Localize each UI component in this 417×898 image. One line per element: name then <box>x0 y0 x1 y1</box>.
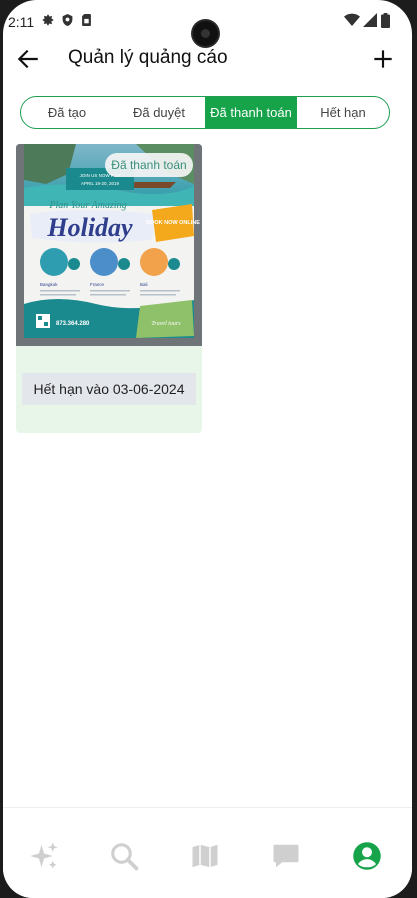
tab-approved[interactable]: Đã duyệt <box>113 97 205 128</box>
map-icon[interactable] <box>190 841 220 871</box>
ad-card[interactable]: JOIN US NOW FOR APRIL 19-20, 2019 Plan Y… <box>16 144 202 433</box>
signal-icon <box>363 13 377 27</box>
ad-expiry-text: Hết hạn vào 03-06-2024 <box>22 373 196 405</box>
tab-created[interactable]: Đã tạo <box>21 97 113 128</box>
tab-paid[interactable]: Đã thanh toán <box>205 97 297 128</box>
poster-date: APRIL 19-20, 2019 <box>81 181 120 186</box>
page-title: Quản lý quảng cáo <box>68 47 228 68</box>
poster-dest-3: Bali <box>140 282 148 287</box>
search-icon[interactable] <box>109 841 139 871</box>
poster-headline: Holiday <box>46 213 133 242</box>
battery-icon <box>381 13 390 28</box>
poster-badge: BOOK NOW ONLINE <box>146 220 200 226</box>
phone-screen: 2:11 Quản lý quảng cáo Đã tạo Đã duyệt Đ… <box>3 0 412 898</box>
app-bar: Quản lý quảng cáo <box>3 40 412 78</box>
tab-expired[interactable]: Hết hạn <box>297 97 389 128</box>
status-time: 2:11 <box>8 14 35 30</box>
poster-dest-1: Bangkok <box>40 282 58 287</box>
ad-status-badge: Đã thanh toán <box>105 153 193 177</box>
add-ad-button[interactable] <box>370 46 396 72</box>
gear-icon <box>42 14 54 26</box>
bottom-navigation <box>3 807 412 898</box>
sparkles-icon[interactable] <box>29 841 59 871</box>
poster-phone: 873.364.280 <box>56 321 90 327</box>
wifi-icon <box>344 13 360 26</box>
back-button[interactable] <box>15 46 41 72</box>
profile-icon[interactable] <box>352 841 382 871</box>
status-tabs: Đã tạo Đã duyệt Đã thanh toán Hết hạn <box>20 96 390 129</box>
poster-script-text: Plan Your Amazing <box>48 200 126 211</box>
shield-icon <box>62 14 73 26</box>
chat-icon[interactable] <box>271 841 301 871</box>
poster-dest-2: France <box>90 282 105 287</box>
poster-brand: Travel tours <box>151 321 181 327</box>
sim-card-icon <box>82 13 91 27</box>
